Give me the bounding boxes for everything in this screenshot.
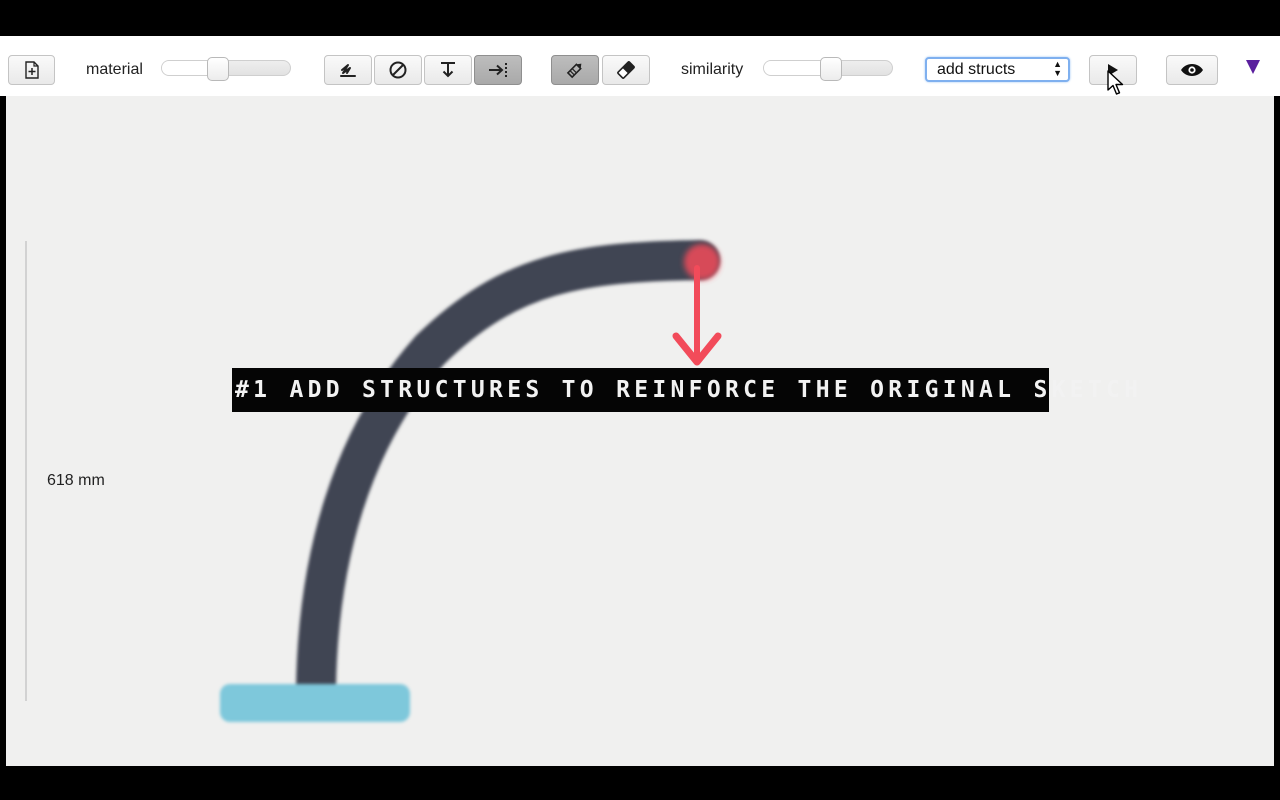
video-caption: #1 ADD STRUCTURES TO REINFORCE THE ORIGI… xyxy=(232,368,1138,412)
sketch-stroke[interactable] xyxy=(296,240,720,708)
load-point[interactable] xyxy=(684,244,720,280)
mouse-cursor-icon xyxy=(1107,70,1124,95)
load-arrow xyxy=(672,265,722,366)
support-base[interactable] xyxy=(220,684,410,722)
letterbox-bottom xyxy=(0,766,1280,800)
